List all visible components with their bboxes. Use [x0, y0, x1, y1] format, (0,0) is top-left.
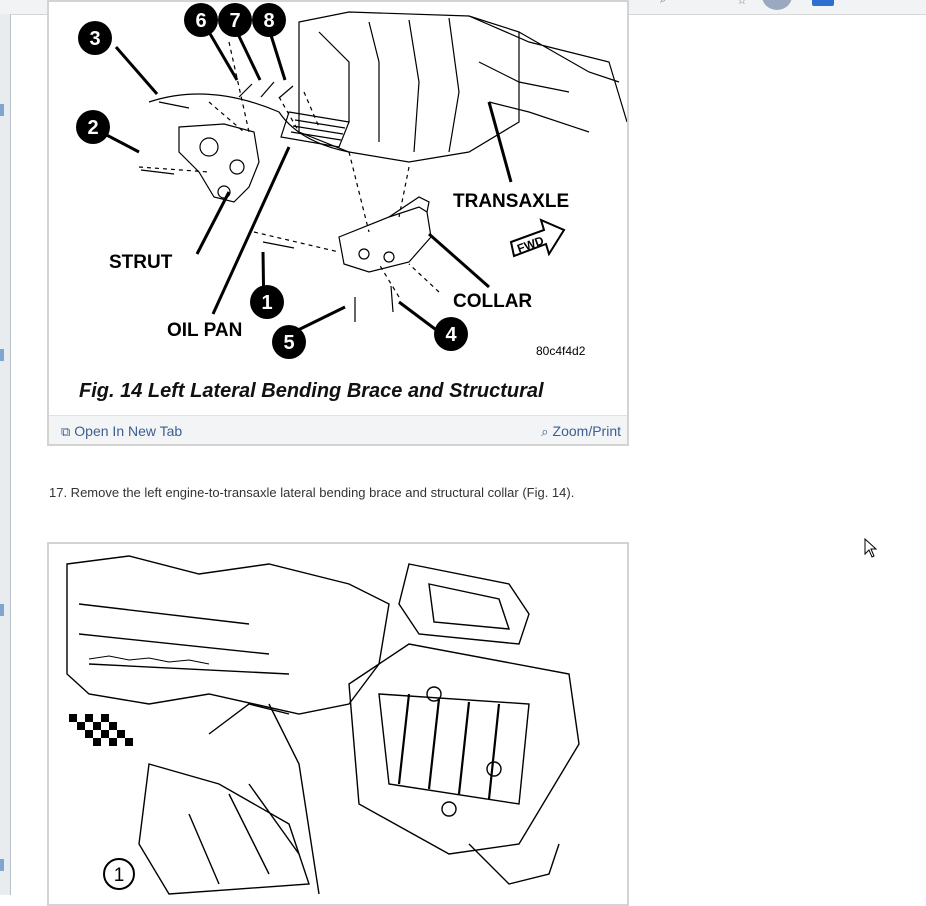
callout-5: 5 — [283, 332, 294, 354]
zoom-print-label: Zoom/Print — [552, 423, 621, 439]
image-code: 80c4f4d2 — [536, 344, 586, 358]
fwd-label: FWD — [515, 233, 546, 256]
step-17-text: 17. Remove the left engine-to-transaxle … — [49, 485, 575, 500]
callout-1: 1 — [261, 292, 272, 314]
edge-notch — [0, 104, 4, 116]
edge-notch — [0, 349, 4, 361]
fig15-callout-1: 1 — [114, 865, 125, 886]
open-in-new-tab-link[interactable]: ⧉ Open In New Tab — [61, 423, 182, 440]
callout-4: 4 — [445, 324, 457, 346]
callout-8: 8 — [263, 10, 274, 32]
figure-14-drawing[interactable]: FWD 3 2 6 7 8 1 5 4 TRANSAXLE STRUT OIL … — [49, 2, 627, 414]
callout-3: 3 — [89, 28, 100, 50]
profile-avatar[interactable] — [762, 0, 792, 10]
label-collar: COLLAR — [453, 291, 532, 312]
figure-15-drawing[interactable]: 1 — [49, 544, 627, 904]
edge-notch — [0, 604, 4, 616]
callout-7: 7 — [229, 10, 240, 32]
figure-15-callouts: 1 — [103, 858, 135, 890]
mouse-cursor-icon — [864, 538, 878, 558]
label-transaxle: TRANSAXLE — [453, 191, 569, 212]
figure-14-footer: ⧉ Open In New Tab ⌕ Zoom/Print — [49, 415, 627, 444]
open-in-new-tab-label: Open In New Tab — [74, 423, 183, 439]
open-in-new-tab-icon: ⧉ — [61, 424, 71, 439]
bookmark-star-icon[interactable]: ☆ — [737, 0, 749, 7]
callout-2: 2 — [87, 117, 98, 139]
fwd-arrow-icon: FWD — [509, 218, 566, 258]
extension-icon[interactable] — [812, 0, 834, 6]
zoom-print-link[interactable]: ⌕ Zoom/Print — [541, 423, 621, 440]
edge-notch — [0, 859, 4, 871]
figure-14-caption: Fig. 14 Left Lateral Bending Brace and S… — [79, 380, 544, 402]
label-oil-pan: OIL PAN — [167, 320, 242, 341]
figure-14-container: FWD 3 2 6 7 8 1 5 4 TRANSAXLE STRUT OIL … — [47, 0, 629, 446]
label-strut: STRUT — [109, 252, 173, 273]
figure-15-container: 1 — [47, 542, 629, 906]
callout-6: 6 — [195, 10, 206, 32]
magnifier-icon: ⌕ — [541, 424, 549, 439]
zoom-indicator-icon[interactable]: ⌕ — [660, 0, 672, 6]
window-left-edge — [0, 14, 11, 895]
